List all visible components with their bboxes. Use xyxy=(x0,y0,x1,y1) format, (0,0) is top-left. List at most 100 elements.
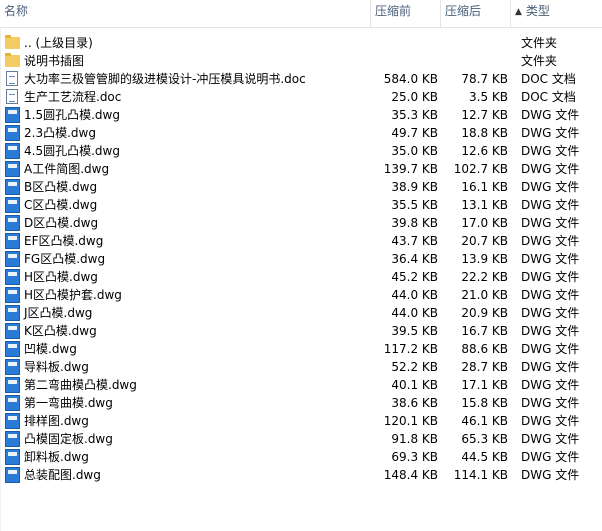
list-item[interactable]: 2.3凸模.dwg 49.7 KB 18.8 KB DWG 文件 xyxy=(0,124,602,142)
doc-file-icon xyxy=(5,89,21,105)
list-item[interactable]: A工件简图.dwg 139.7 KB 102.7 KB DWG 文件 xyxy=(0,160,602,178)
list-item[interactable]: 卸料板.dwg 69.3 KB 44.5 KB DWG 文件 xyxy=(0,448,602,466)
file-size: 28.7 KB xyxy=(461,360,508,374)
file-type: DOC 文档 xyxy=(521,90,576,104)
file-compressed-size: 117.2 KB xyxy=(383,342,438,356)
list-item[interactable]: 大功率三极管管脚的级进模设计-冲压模具说明书.doc 584.0 KB 78.7 K… xyxy=(0,70,602,88)
file-size: 17.1 KB xyxy=(461,378,508,392)
file-type: DWG 文件 xyxy=(521,288,580,302)
column-header-type[interactable]: ▲ 类型 xyxy=(511,0,602,27)
file-size: 18.8 KB xyxy=(461,126,508,140)
list-item[interactable]: D区凸模.dwg 39.8 KB 17.0 KB DWG 文件 xyxy=(0,214,602,232)
file-compressed-size: 52.2 KB xyxy=(391,360,438,374)
list-item[interactable]: 1.5圆孔凸模.dwg 35.3 KB 12.7 KB DWG 文件 xyxy=(0,106,602,124)
file-type: DWG 文件 xyxy=(521,432,580,446)
file-name: D区凸模.dwg xyxy=(24,216,99,230)
file-compressed-size: 584.0 KB xyxy=(383,72,438,86)
file-name: EF区凸模.dwg xyxy=(24,234,104,248)
file-name: A工件简图.dwg xyxy=(24,162,110,176)
file-compressed-size: 39.8 KB xyxy=(391,216,438,230)
file-size: 16.7 KB xyxy=(461,324,508,338)
folder-icon xyxy=(5,35,21,51)
dwg-file-icon xyxy=(5,215,21,231)
list-item[interactable]: 凸模固定板.dwg 91.8 KB 65.3 KB DWG 文件 xyxy=(0,430,602,448)
file-type: DWG 文件 xyxy=(521,252,580,266)
file-name: B区凸模.dwg xyxy=(24,180,98,194)
list-item[interactable]: FG区凸模.dwg 36.4 KB 13.9 KB DWG 文件 xyxy=(0,250,602,268)
dwg-file-icon xyxy=(5,305,21,321)
dwg-file-icon xyxy=(5,269,21,285)
file-size: 20.9 KB xyxy=(461,306,508,320)
list-item[interactable]: K区凸模.dwg 39.5 KB 16.7 KB DWG 文件 xyxy=(0,322,602,340)
file-type: DWG 文件 xyxy=(521,342,580,356)
list-item[interactable]: 第二弯曲模凸模.dwg 40.1 KB 17.1 KB DWG 文件 xyxy=(0,376,602,394)
file-size: 46.1 KB xyxy=(461,414,508,428)
file-name: H区凸模.dwg xyxy=(24,270,98,284)
list-item[interactable]: .. (上级目录) 文件夹 xyxy=(0,34,602,52)
list-item[interactable]: 生产工艺流程.doc 25.0 KB 3.5 KB DOC 文档 xyxy=(0,88,602,106)
file-name: 第一弯曲模.dwg xyxy=(24,396,113,410)
list-item[interactable]: H区凸模.dwg 45.2 KB 22.2 KB DWG 文件 xyxy=(0,268,602,286)
file-type: DWG 文件 xyxy=(521,180,580,194)
dwg-file-icon xyxy=(5,125,21,141)
list-item[interactable]: 排样图.dwg 120.1 KB 46.1 KB DWG 文件 xyxy=(0,412,602,430)
list-item[interactable]: C区凸模.dwg 35.5 KB 13.1 KB DWG 文件 xyxy=(0,196,602,214)
file-size: 44.5 KB xyxy=(461,450,508,464)
file-compressed-size: 120.1 KB xyxy=(383,414,438,428)
list-item[interactable]: 导料板.dwg 52.2 KB 28.7 KB DWG 文件 xyxy=(0,358,602,376)
dwg-file-icon xyxy=(5,107,21,123)
dwg-file-icon xyxy=(5,359,21,375)
file-compressed-size: 40.1 KB xyxy=(391,378,438,392)
column-header-compressed[interactable]: 压缩前 xyxy=(371,0,441,27)
dwg-file-icon xyxy=(5,143,21,159)
file-size: 78.7 KB xyxy=(461,72,508,86)
file-type: DWG 文件 xyxy=(521,306,580,320)
list-item[interactable]: EF区凸模.dwg 43.7 KB 20.7 KB DWG 文件 xyxy=(0,232,602,250)
file-name: 4.5圆孔凸模.dwg xyxy=(24,144,120,158)
column-header-size[interactable]: 压缩后 xyxy=(441,0,511,27)
file-type: DWG 文件 xyxy=(521,270,580,284)
list-item[interactable]: 4.5圆孔凸模.dwg 35.0 KB 12.6 KB DWG 文件 xyxy=(0,142,602,160)
dwg-file-icon xyxy=(5,251,21,267)
file-compressed-size: 44.0 KB xyxy=(391,288,438,302)
list-item[interactable]: 第一弯曲模.dwg 38.6 KB 15.8 KB DWG 文件 xyxy=(0,394,602,412)
file-compressed-size: 44.0 KB xyxy=(391,306,438,320)
file-size: 12.7 KB xyxy=(461,108,508,122)
dwg-file-icon xyxy=(5,413,21,429)
file-compressed-size: 36.4 KB xyxy=(391,252,438,266)
file-compressed-size: 49.7 KB xyxy=(391,126,438,140)
list-item[interactable]: J区凸模.dwg 44.0 KB 20.9 KB DWG 文件 xyxy=(0,304,602,322)
file-size: 16.1 KB xyxy=(461,180,508,194)
dwg-file-icon xyxy=(5,341,21,357)
file-type: DWG 文件 xyxy=(521,234,580,248)
file-type: DWG 文件 xyxy=(521,396,580,410)
dwg-file-icon xyxy=(5,197,21,213)
folder-icon xyxy=(5,53,21,69)
list-item[interactable]: 凹模.dwg 117.2 KB 88.6 KB DWG 文件 xyxy=(0,340,602,358)
file-type: DWG 文件 xyxy=(521,216,580,230)
file-size: 3.5 KB xyxy=(469,90,508,104)
file-name: 总装配图.dwg xyxy=(24,468,101,482)
file-name: 第二弯曲模凸模.dwg xyxy=(24,378,137,392)
file-name: K区凸模.dwg xyxy=(24,324,97,338)
file-size: 20.7 KB xyxy=(461,234,508,248)
file-size: 65.3 KB xyxy=(461,432,508,446)
file-size: 13.1 KB xyxy=(461,198,508,212)
column-header-name[interactable]: 名称 xyxy=(0,0,371,27)
dwg-file-icon xyxy=(5,161,21,177)
dwg-file-icon xyxy=(5,287,21,303)
column-header: 名称 压缩前 压缩后 ▲ 类型 xyxy=(0,0,602,28)
list-item[interactable]: B区凸模.dwg 38.9 KB 16.1 KB DWG 文件 xyxy=(0,178,602,196)
dwg-file-icon xyxy=(5,179,21,195)
dwg-file-icon xyxy=(5,449,21,465)
list-item[interactable]: H区凸模护套.dwg 44.0 KB 21.0 KB DWG 文件 xyxy=(0,286,602,304)
list-item[interactable]: 说明书插图 文件夹 xyxy=(0,52,602,70)
list-item[interactable]: 总装配图.dwg 148.4 KB 114.1 KB DWG 文件 xyxy=(0,466,602,484)
file-size: 12.6 KB xyxy=(461,144,508,158)
column-header-type-label: 类型 xyxy=(525,4,550,18)
file-type: 文件夹 xyxy=(521,54,558,68)
file-name: H区凸模护套.dwg xyxy=(24,288,122,302)
file-size: 13.9 KB xyxy=(461,252,508,266)
file-name: 凸模固定板.dwg xyxy=(24,432,113,446)
file-size: 17.0 KB xyxy=(461,216,508,230)
